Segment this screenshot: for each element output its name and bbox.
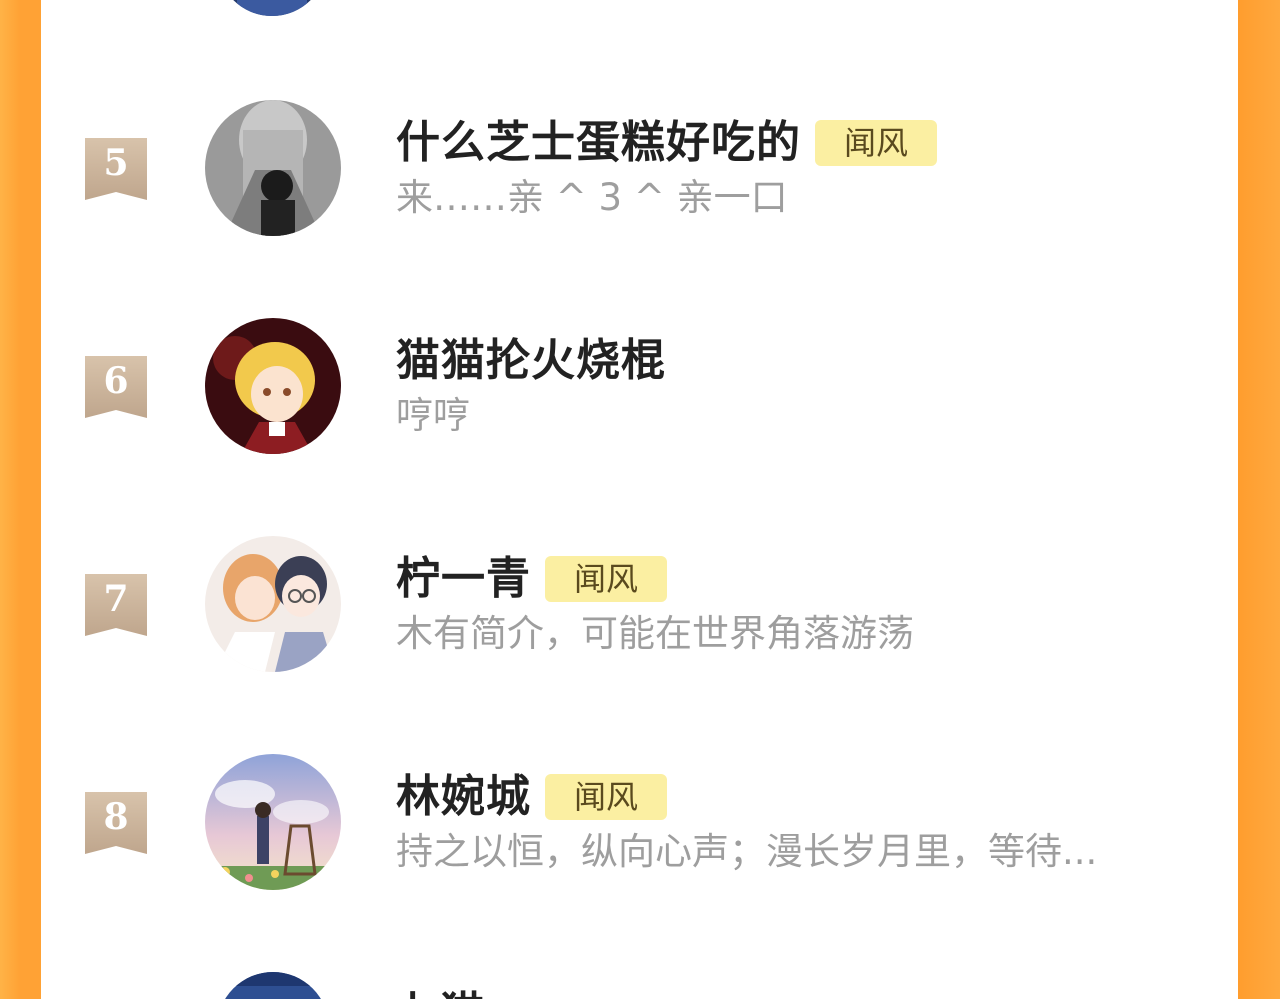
user-name-line: 猫猫抡火烧棍 bbox=[396, 333, 666, 389]
rank-number: 8 bbox=[103, 796, 129, 838]
avatar-blonde-character-icon[interactable] bbox=[205, 318, 341, 454]
user-name-line: 柠一青 闻风 bbox=[396, 551, 667, 607]
list-item[interactable]: 5 什么芝士蛋糕好吃的 闻风 来……亲 ^ 3 ^ 亲一口 bbox=[41, 90, 1238, 250]
rank-badge: 6 bbox=[85, 356, 147, 420]
avatar-partial-bottom-icon[interactable] bbox=[217, 972, 329, 999]
user-name[interactable]: 猫猫抡火烧棍 bbox=[396, 333, 666, 389]
list-item[interactable]: 7 柠一青 闻风 木有简介，可能在世界角落游荡 bbox=[41, 526, 1238, 686]
user-name-partial[interactable]: 七猫 bbox=[396, 986, 484, 999]
user-tag-badge: 闻风 bbox=[545, 774, 667, 820]
user-name-line: 林婉城 闻风 bbox=[396, 769, 667, 825]
user-tag-badge: 闻风 bbox=[545, 556, 667, 602]
user-name-line: 什么芝士蛋糕好吃的 闻风 bbox=[396, 115, 937, 171]
avatar-painter-landscape-icon[interactable] bbox=[205, 754, 341, 890]
avatar-statue-icon[interactable] bbox=[205, 100, 341, 236]
avatar-partial-top-icon[interactable] bbox=[217, 0, 327, 16]
rank-number: 6 bbox=[103, 360, 129, 402]
rank-badge: 5 bbox=[85, 138, 147, 202]
user-tag-badge: 闻风 bbox=[815, 120, 937, 166]
user-bio: 哼哼 bbox=[396, 394, 470, 437]
list-item[interactable]: 8 林婉城 闻风 持之以恒，纵向心声；漫长岁月里，等待... bbox=[41, 744, 1238, 904]
rank-number: 5 bbox=[103, 142, 129, 184]
list-item[interactable]: 6 猫猫抡火烧棍 哼哼 bbox=[41, 308, 1238, 468]
user-bio: 木有简介，可能在世界角落游荡 bbox=[396, 612, 914, 655]
rank-badge: 7 bbox=[85, 574, 147, 638]
rank-number: 7 bbox=[103, 578, 129, 620]
avatar-pair-characters-icon[interactable] bbox=[205, 536, 341, 672]
ranking-list-panel: 5 什么芝士蛋糕好吃的 闻风 来……亲 ^ 3 ^ 亲一口 6 猫猫抡火烧棍 哼… bbox=[41, 0, 1238, 999]
user-name[interactable]: 林婉城 bbox=[396, 769, 531, 825]
user-bio: 来……亲 ^ 3 ^ 亲一口 bbox=[396, 176, 788, 219]
user-name[interactable]: 什么芝士蛋糕好吃的 bbox=[396, 115, 801, 171]
rank-badge: 8 bbox=[85, 792, 147, 856]
user-bio: 持之以恒，纵向心声；漫长岁月里，等待... bbox=[396, 830, 1098, 873]
user-name[interactable]: 柠一青 bbox=[396, 551, 531, 607]
